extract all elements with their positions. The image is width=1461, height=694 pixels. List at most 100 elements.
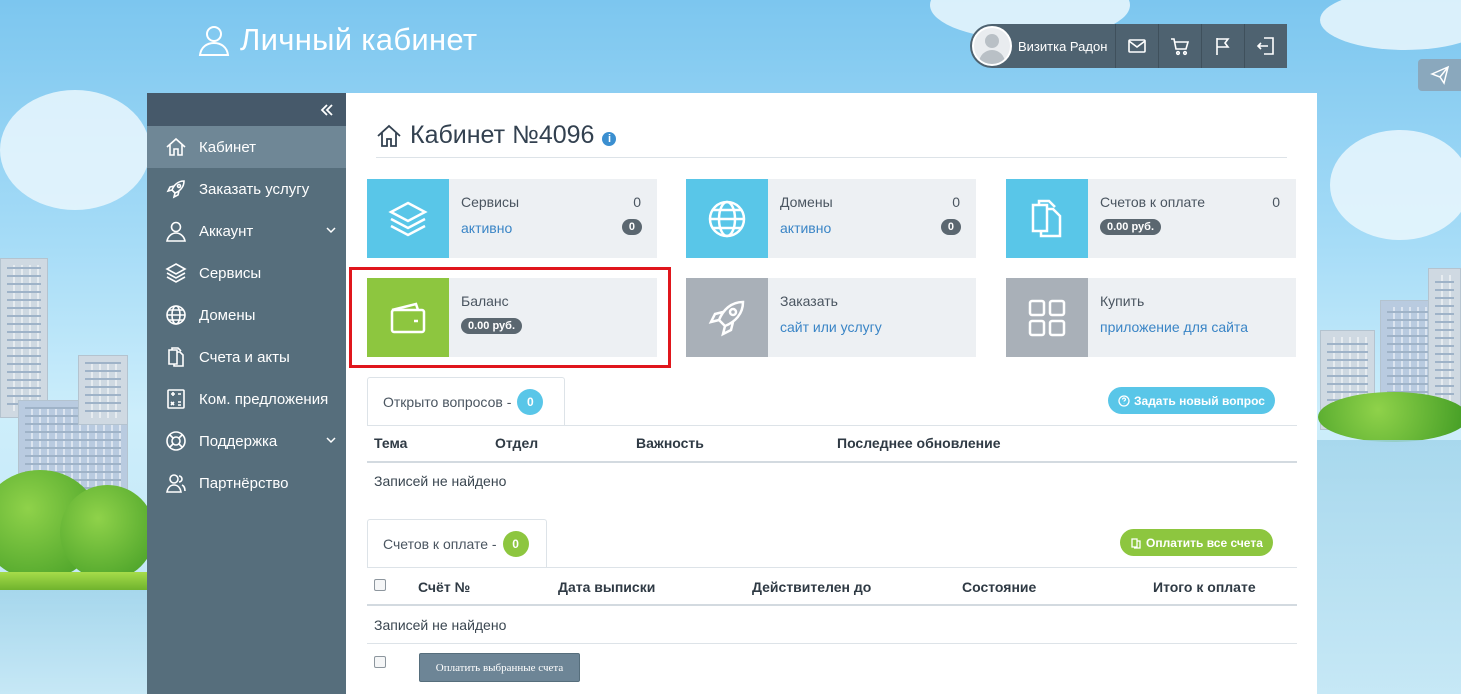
tile-buy[interactable]: Купить приложение для сайта: [1006, 278, 1296, 357]
select-row-checkbox[interactable]: [374, 656, 386, 668]
tile-invoices[interactable]: Счетов к оплате 0 0.00 руб.: [1006, 179, 1296, 258]
sidebar-item-label: Ком. предложения: [199, 390, 329, 408]
tile-label: Сервисы: [461, 194, 520, 210]
documents-icon: [1031, 199, 1062, 237]
rocket-icon: [166, 180, 185, 199]
main-panel: Кабинет №4096 i Сервисы 0 активно 0 Доме…: [346, 93, 1317, 694]
tile-icon-box: [1006, 179, 1088, 258]
tile-count: 0: [1272, 194, 1280, 210]
tile-count: 0: [952, 194, 960, 210]
cloud-decoration: [0, 90, 150, 210]
pay-all-label: Оплатить все счета: [1146, 535, 1263, 550]
empty-message: Записей не найдено: [374, 473, 507, 489]
sidebar-item-label: Партнёрство: [199, 474, 289, 492]
tab-open-tickets[interactable]: Открыто вопросов - 0: [367, 377, 565, 426]
trees-decoration: [60, 485, 155, 580]
sidebar-item-account[interactable]: Аккаунт: [147, 210, 346, 252]
sidebar-item-label: Заказать услугу: [199, 180, 310, 198]
column-header[interactable]: Счёт №: [418, 579, 470, 595]
tile-services[interactable]: Сервисы 0 активно 0: [367, 179, 657, 258]
sidebar-item-proposals[interactable]: Ком. предложения: [147, 378, 346, 420]
calculator-icon: [167, 389, 185, 409]
table-border: [367, 425, 1297, 426]
sidebar-item-partnership[interactable]: Партнёрство: [147, 462, 346, 504]
column-header[interactable]: Последнее обновление: [837, 435, 1001, 451]
tile-badge: 0: [621, 219, 642, 235]
sidebar-item-services[interactable]: Сервисы: [147, 252, 346, 294]
column-header[interactable]: Итого к оплате: [1153, 579, 1256, 595]
column-header[interactable]: Действителен до: [752, 579, 871, 595]
new-ticket-button[interactable]: Задать новый вопрос: [1108, 387, 1275, 414]
brand[interactable]: Личный кабинет: [196, 22, 477, 58]
tile-icon-box: [367, 179, 449, 258]
mail-icon: [1128, 39, 1146, 53]
layers-icon: [165, 263, 187, 283]
feedback-button[interactable]: [1418, 59, 1461, 91]
tile-count: 0: [633, 194, 641, 210]
tile-order[interactable]: Заказать сайт или услугу: [686, 278, 976, 357]
water-decoration: [0, 590, 147, 694]
info-icon[interactable]: i: [602, 131, 617, 146]
column-header[interactable]: Состояние: [962, 579, 1036, 595]
logout-button[interactable]: [1244, 24, 1287, 68]
globe-icon: [166, 305, 186, 325]
select-all-checkbox[interactable]: [374, 579, 386, 591]
column-header[interactable]: Отдел: [495, 435, 538, 451]
tile-link[interactable]: сайт или услугу: [780, 319, 882, 335]
user-toolbar: Визитка Радон: [970, 24, 1287, 68]
cloud-decoration: [1330, 130, 1461, 240]
sidebar-item-domains[interactable]: Домены: [147, 294, 346, 336]
pay-selected-button[interactable]: Оплатить выбранные счета: [419, 653, 580, 682]
tile-link[interactable]: приложение для сайта: [1100, 319, 1248, 335]
cloud-decoration: [1320, 0, 1461, 50]
tile-icon-box: [686, 179, 768, 258]
tab-unpaid-invoices[interactable]: Счетов к оплате - 0: [367, 519, 547, 568]
sidebar-item-label: Домены: [199, 306, 256, 324]
pay-all-button[interactable]: Оплатить все счета: [1120, 529, 1273, 556]
balance-highlight-frame: [349, 267, 671, 368]
page-header: Кабинет №4096 i: [376, 121, 617, 150]
tile-domains[interactable]: Домены 0 активно 0: [686, 179, 976, 258]
question-circle-icon: [1118, 394, 1130, 407]
messages-button[interactable]: [1115, 24, 1158, 68]
tickets-count-badge: 0: [517, 389, 544, 415]
building-decoration: [78, 355, 128, 425]
double-chevron-left-icon: [320, 103, 333, 116]
send-icon: [1429, 65, 1449, 85]
home-icon: [166, 137, 186, 156]
cart-button[interactable]: [1158, 24, 1201, 68]
building-decoration: [1428, 268, 1461, 408]
logout-icon: [1256, 37, 1274, 55]
lifebuoy-icon: [166, 431, 186, 451]
sidebar-item-label: Аккаунт: [199, 222, 254, 240]
column-header[interactable]: Важность: [636, 435, 704, 451]
tile-label: Купить: [1100, 293, 1145, 309]
water-decoration: [1317, 440, 1461, 694]
tile-icon-box: [686, 278, 768, 357]
sidebar-item-invoices[interactable]: Счета и акты: [147, 336, 346, 378]
tab-label: Открыто вопросов -: [383, 394, 512, 410]
partners-icon: [166, 474, 186, 493]
notifications-button[interactable]: [1201, 24, 1244, 68]
tile-label: Счетов к оплате: [1100, 194, 1206, 210]
tile-link[interactable]: активно: [780, 220, 831, 236]
table-border: [367, 604, 1297, 606]
tile-badge: 0: [940, 219, 961, 235]
tile-label: Заказать: [780, 293, 838, 309]
column-header[interactable]: Тема: [374, 435, 407, 451]
user-menu[interactable]: Визитка Радон: [970, 24, 1115, 68]
sidebar-item-cabinet[interactable]: Кабинет: [147, 126, 346, 168]
rocket-icon: [708, 300, 745, 336]
grass-decoration: [0, 572, 147, 590]
invoices-count-badge: 0: [502, 531, 529, 557]
documents-icon: [1131, 537, 1141, 549]
flag-icon: [1216, 38, 1230, 55]
tile-link[interactable]: активно: [461, 220, 512, 236]
sidebar-collapse-button[interactable]: [147, 93, 346, 126]
sidebar-item-support[interactable]: Поддержка: [147, 420, 346, 462]
column-header[interactable]: Дата выписки: [558, 579, 655, 595]
tile-label: Домены: [780, 194, 833, 210]
trees-decoration: [1318, 392, 1461, 442]
avatar: [972, 26, 1012, 66]
sidebar-item-order-service[interactable]: Заказать услугу: [147, 168, 346, 210]
